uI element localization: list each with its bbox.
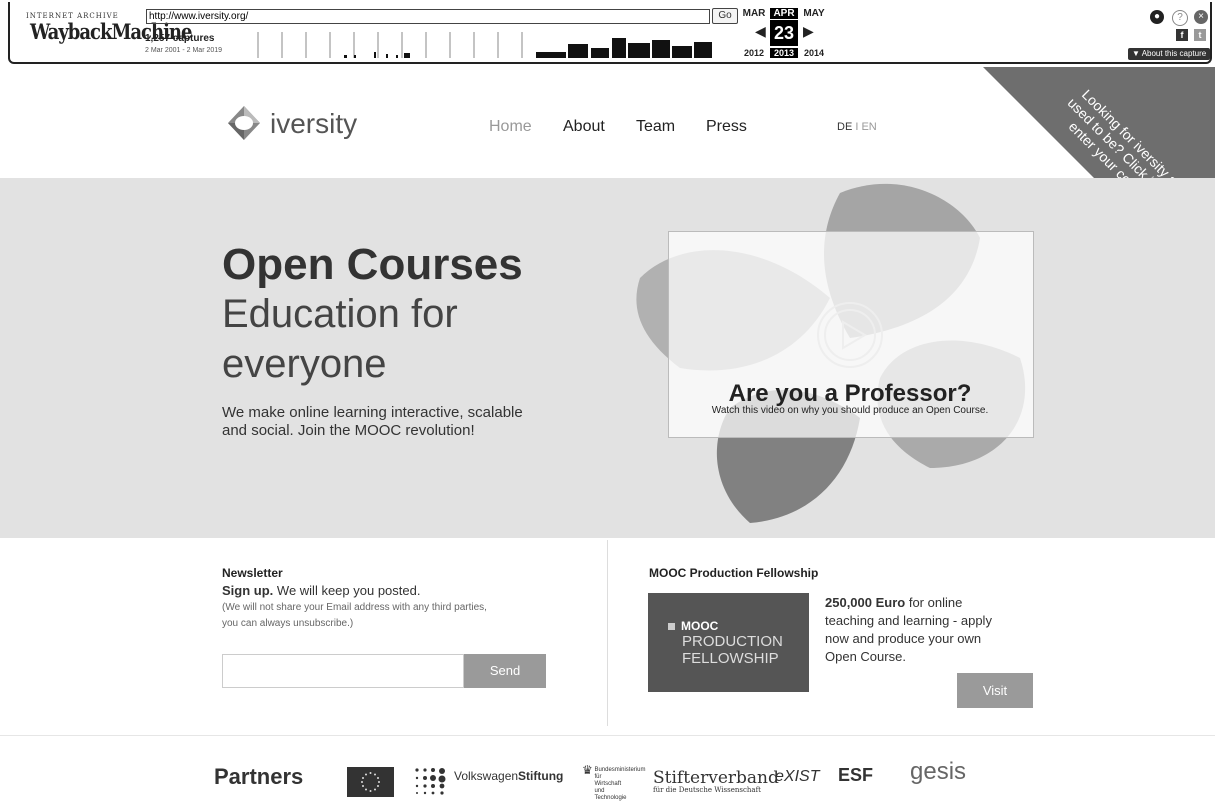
wayback-toolbar: INTERNET ARCHIVE WaybackMachine http://w… [0,0,1215,67]
esf-logo[interactable]: ESF [838,765,873,786]
newsletter-note: (We will not share your Email address wi… [222,602,487,629]
wayback-url-input[interactable]: http://www.iversity.org/ [146,9,710,24]
gesis-logo[interactable]: gesis [910,758,966,786]
vw-light: Volkswagen [454,769,519,783]
prev-capture-icon[interactable]: ◀ [755,23,766,40]
hero-subtitle-line1: Education for [222,292,458,336]
site-logo-text[interactable]: iversity [270,108,357,140]
newsletter-heading: Newsletter [222,566,283,580]
eagle-icon: ♛ [582,763,593,777]
volkswagen-stiftung-dots-icon [415,768,446,795]
year-next[interactable]: 2014 [800,48,828,58]
capture-day: 23 [770,20,798,46]
stifterverband-subtitle: für die Deutsche Wissenschaft [653,786,761,794]
captures-count[interactable]: 1,257 captures [145,33,215,44]
lang-en[interactable]: EN [861,121,876,133]
fellowship-amount: 250,000 Euro [825,595,906,610]
stifterverband-logo[interactable]: Stifterverband [653,768,779,788]
nav-team[interactable]: Team [636,118,675,136]
play-icon[interactable] [815,300,885,370]
captures-range: 2 Mar 2001 - 2 Mar 2019 [145,47,223,54]
year-current: 2013 [770,48,798,58]
wayback-go-button[interactable]: Go [712,8,738,24]
fellowship-visit-button[interactable]: Visit [957,673,1033,708]
exist-logo[interactable]: eXIST [775,768,819,786]
hero-title: Open Courses [222,240,523,289]
partners-divider [0,735,1215,736]
eu-flag-logo[interactable] [347,767,394,797]
nav-about[interactable]: About [563,118,605,136]
bmwi-text: Bundesministerium für Wirtschaft und Tec… [594,767,646,801]
section-divider [607,540,608,726]
fellowship-banner-line1: MOOC [668,619,718,633]
fellowship-heading: MOOC Production Fellowship [649,566,819,580]
volkswagen-stiftung-logo[interactable]: VolkswagenStiftung [454,769,563,783]
captures-sparkline[interactable] [246,30,726,60]
hero-subtitle-line2: everyone [222,342,387,386]
close-icon[interactable]: × [1194,10,1208,24]
square-bullet-icon [668,623,675,630]
next-capture-icon[interactable]: ▶ [803,23,814,40]
fellowship-banner-line2: PRODUCTION [682,633,783,650]
about-capture-button[interactable]: ▼ About this capture [1128,48,1211,60]
fellowship-description: 250,000 Euro for online teaching and lea… [825,594,1015,666]
facebook-icon[interactable]: f [1176,29,1188,41]
lang-separator: I [855,121,859,133]
language-switcher: DE I EN [837,121,877,133]
month-next[interactable]: MAY [800,8,828,19]
month-prev[interactable]: MAR [740,8,768,19]
bmwi-logo[interactable]: ♛ Bundesministerium für Wirtschaft und T… [582,764,646,802]
partners-title: Partners [214,764,304,789]
newsletter-signup-text: Sign up. We will keep you posted. [222,583,420,598]
month-current: APR [770,8,798,19]
hero-description: We make online learning interactive, sca… [222,404,523,439]
signup-bold: Sign up. [222,583,274,598]
signup-rest: We will keep you posted. [276,583,421,598]
fellowship-banner-mooc: MOOC [681,619,719,633]
fellowship-banner[interactable]: MOOC PRODUCTION FELLOWSHIP [648,593,809,692]
newsletter-send-button[interactable]: Send [464,654,546,688]
iversity-logo-icon[interactable] [224,103,264,143]
video-subtitle: Watch this video on why you should produ… [711,405,989,416]
twitter-icon[interactable]: t [1194,29,1206,41]
year-prev[interactable]: 2012 [740,48,768,58]
video-title: Are you a Professor? [728,380,972,407]
newsletter-email-input[interactable] [222,654,464,688]
nav-press[interactable]: Press [706,118,747,136]
fellowship-banner-line3: FELLOWSHIP [682,650,779,667]
user-icon[interactable]: ● [1150,10,1164,24]
internet-archive-label: INTERNET ARCHIVE [26,12,119,20]
help-icon[interactable]: ? [1172,10,1188,26]
vw-bold: Stiftung [518,769,564,783]
lang-de[interactable]: DE [837,121,852,133]
nav-home[interactable]: Home [489,118,532,136]
